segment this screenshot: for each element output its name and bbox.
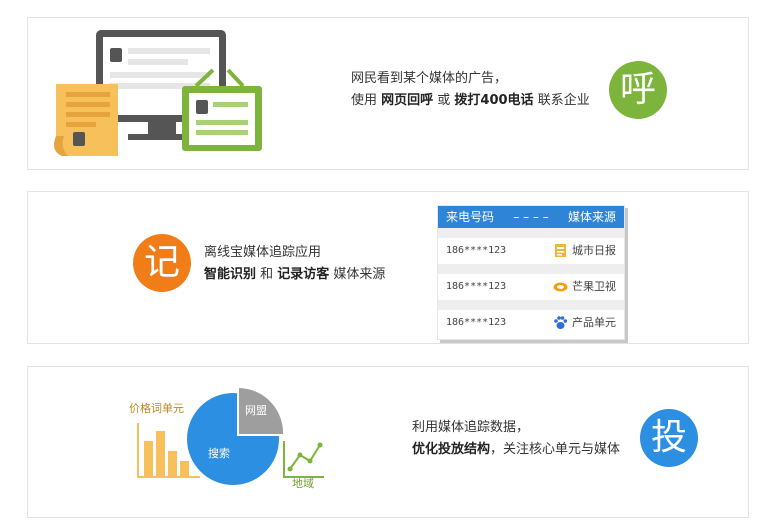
media-source: 城市日报 [572,244,616,257]
panel2-line1: 离线宝媒体追踪应用 [204,245,322,260]
analytics-illustration [137,385,324,485]
media-source-table: 来电号码 – – – – 媒体来源 186****123 城市日报 186***… [437,205,625,340]
table-row: 186****123 产品单元 [438,309,624,335]
panel3-line1: 利用媒体追踪数据， [412,420,530,435]
label-region: 地域 [292,477,314,490]
panel1-line2: 使用 网页回呼 或 拨打400电话 联系企业 [351,93,590,108]
placement-badge: 投 [640,409,698,467]
col-caller-number: 来电号码 [446,210,495,224]
panel2-text: 离线宝媒体追踪应用 智能识别 和 记录访客 媒体来源 [204,242,385,286]
row-divider [438,228,624,237]
col-separator: – – – – [513,210,549,224]
caller-number: 186****123 [446,281,507,292]
label-price-unit: 价格词单元 [129,402,184,415]
call-badge: 呼 [609,61,667,119]
placement-optimization-panel: 价格词单元 网盟 搜索 地域 利用媒体追踪数据， 优化投放结构，关注核心单元与媒… [27,366,749,518]
panel1-text: 网民看到某个媒体的广告， 使用 网页回呼 或 拨打400电话 联系企业 [351,68,590,112]
label-union: 网盟 [245,404,267,417]
row-divider [438,300,624,309]
media-devices-illustration [54,30,262,156]
table-row: 186****123 芒果卫视 [438,273,624,299]
table-row: 186****123 城市日报 [438,237,624,263]
caller-number: 186****123 [446,245,507,256]
col-media-source: 媒体来源 [567,210,616,224]
label-search: 搜索 [208,447,230,460]
table-header: 来电号码 – – – – 媒体来源 [438,206,624,228]
newspaper-icon [555,244,566,257]
panel3-line2: 优化投放结构，关注核心单元与媒体 [412,442,621,457]
row-divider [438,264,624,273]
media-call-panel: 网民看到某个媒体的广告， 使用 网页回呼 或 拨打400电话 联系企业 呼 [27,17,749,170]
panel1-line1: 网民看到某个媒体的广告， [351,71,508,86]
media-source: 产品单元 [572,316,616,329]
media-source: 芒果卫视 [572,280,616,293]
media-tracking-panel: 记 离线宝媒体追踪应用 智能识别 和 记录访客 媒体来源 来电号码 – – – … [27,191,749,344]
panel3-text: 利用媒体追踪数据， 优化投放结构，关注核心单元与媒体 [412,417,620,461]
mango-tv-icon [553,282,568,292]
caller-number: 186****123 [446,317,507,328]
record-badge: 记 [133,234,191,292]
panel2-line2: 智能识别 和 记录访客 媒体来源 [204,267,386,282]
paw-icon [554,316,568,329]
